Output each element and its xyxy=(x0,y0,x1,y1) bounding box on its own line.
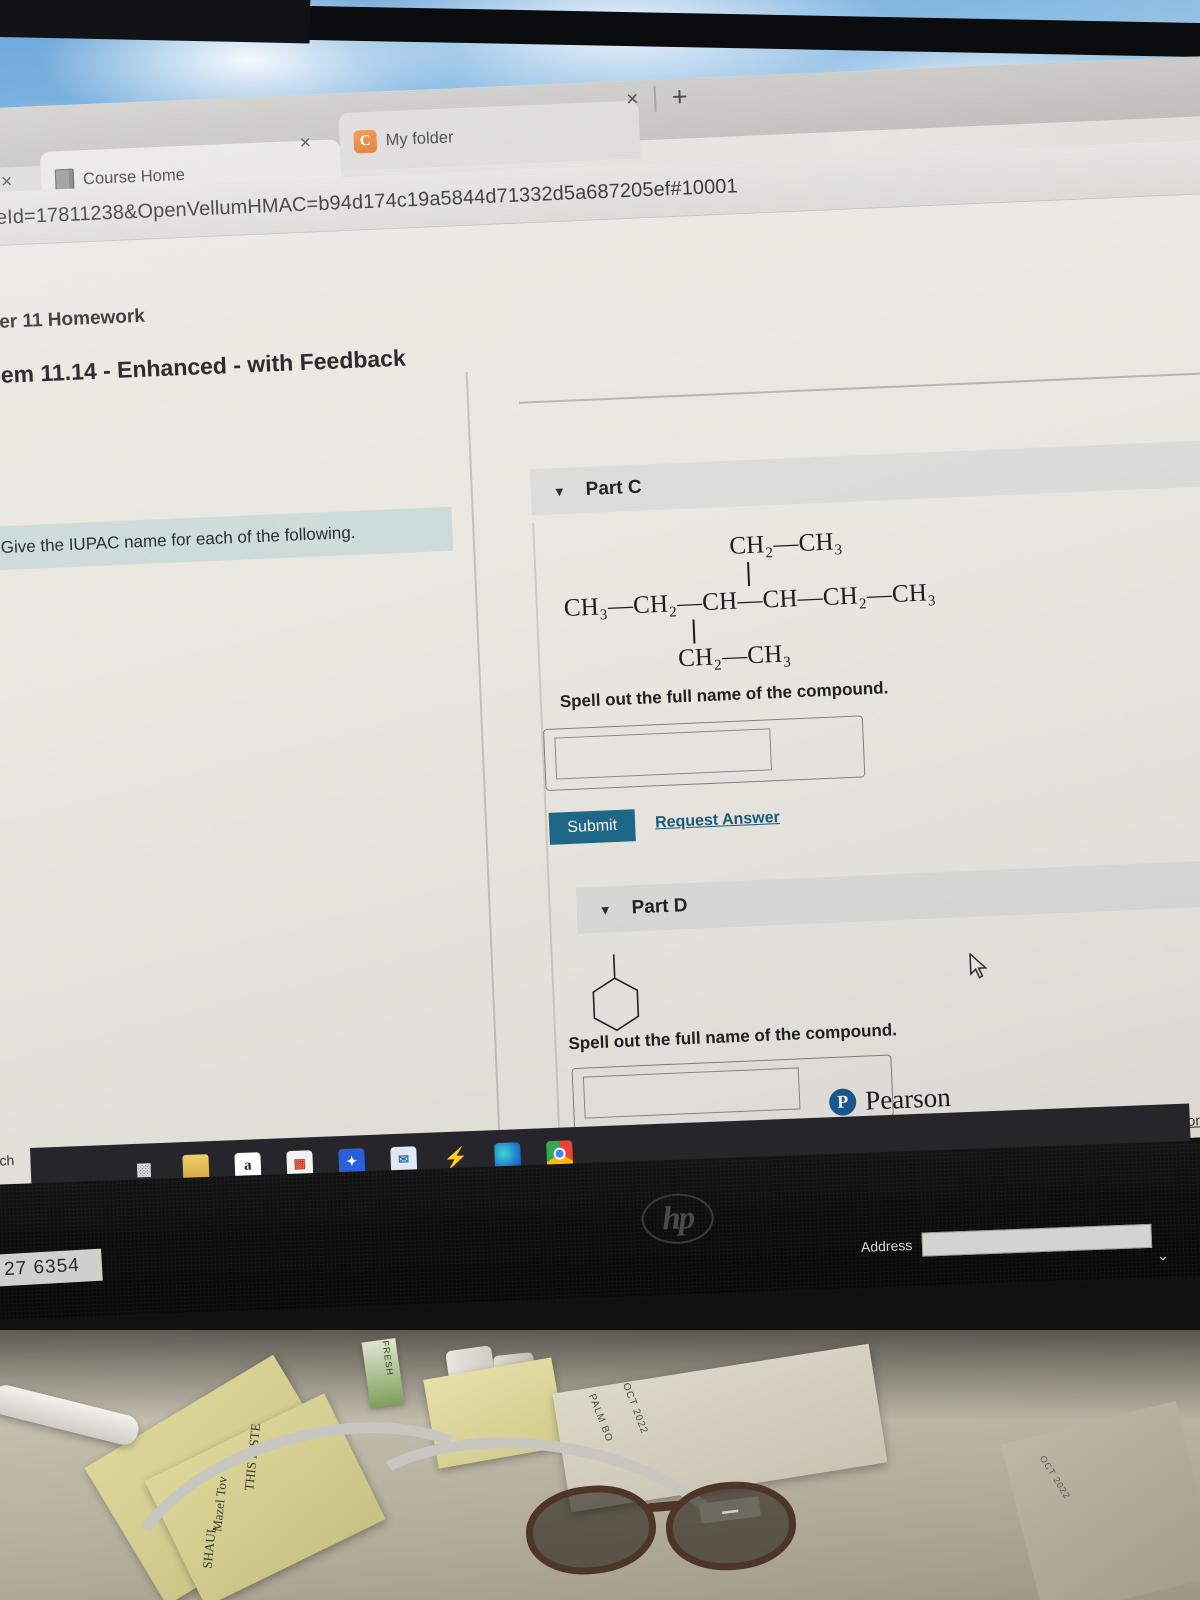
inner-column-divider xyxy=(532,523,562,1169)
pearson-mark: P xyxy=(828,1088,857,1117)
canvas-c-icon: C xyxy=(353,129,378,154)
part-c-chemical-structure: CH₂—CH₃ CH₃—CH₂—CH—CH—CH₂—CH₃ CH₂—CH₃ xyxy=(561,520,1026,675)
mouse-cursor xyxy=(968,952,991,981)
right-lens xyxy=(663,1477,799,1575)
monitor-top-left-bezel xyxy=(0,0,311,44)
address-label: Address xyxy=(860,1237,913,1255)
new-tab-icon[interactable]: + xyxy=(671,82,688,113)
paper-text-secondary: OCT 2022 xyxy=(620,1381,650,1436)
question-prompt: Give the IUPAC name for each of the foll… xyxy=(0,506,454,571)
request-answer-link[interactable]: Request Answer xyxy=(655,809,780,832)
bond-line-top xyxy=(747,562,750,587)
tab-label: My folder xyxy=(385,127,454,149)
answer-input[interactable] xyxy=(582,1067,801,1119)
right-paper-text: OCT 2022 xyxy=(1037,1453,1073,1501)
assignment-title: hapter 11 Homework xyxy=(0,305,146,335)
part-c-header[interactable]: ▼ Part C xyxy=(529,437,1200,516)
methylcyclohexane-icon xyxy=(581,953,640,1032)
page-content: hapter 11 Homework roblem 11.14 - Enhanc… xyxy=(0,191,1200,1190)
left-lens xyxy=(521,1479,661,1581)
chevron-down-icon[interactable]: ▼ xyxy=(598,902,612,918)
page-title: roblem 11.14 - Enhanced - with Feedback xyxy=(0,344,407,390)
chevron-down-icon[interactable]: ▼ xyxy=(553,483,567,499)
eyeglasses xyxy=(520,1477,850,1590)
part-c-label: Part C xyxy=(585,476,643,500)
question-prompt-text: Give the IUPAC name for each of the foll… xyxy=(0,522,356,558)
part-c-answer-field[interactable] xyxy=(543,715,866,791)
answer-input[interactable] xyxy=(554,728,772,780)
screenshot-root: × Course Home × C My folder × + ourseId=… xyxy=(0,0,1200,1600)
divider xyxy=(653,85,657,112)
structure-top-branch: CH₂—CH₃ xyxy=(728,528,844,560)
submit-button[interactable]: Submit xyxy=(548,809,636,845)
tab-my-folder[interactable]: × C My folder xyxy=(299,100,641,172)
window-controls[interactable]: × + xyxy=(626,82,689,113)
part-d-header[interactable]: ▼ Part D xyxy=(575,857,1200,934)
structure-main-chain: CH₃—CH₂—CH—CH—CH₂—CH₃ xyxy=(563,579,937,623)
address-input[interactable] xyxy=(921,1223,1153,1257)
structure-bottom-branch: CH₂—CH₃ xyxy=(677,640,792,673)
chevron-down-icon[interactable]: ⌄ xyxy=(1156,1246,1169,1264)
close-icon[interactable]: × xyxy=(626,87,639,112)
monitor-screen: × Course Home × C My folder × + ourseId=… xyxy=(0,54,1200,1190)
column-divider xyxy=(465,371,502,1172)
windows-search-label[interactable]: arch xyxy=(0,1152,15,1169)
part-c-question: Spell out the full name of the compound. xyxy=(559,678,889,712)
pearson-wordmark: Pearson xyxy=(864,1081,952,1116)
paper-text-primary: PALM BO xyxy=(586,1392,615,1444)
bond-line-bottom xyxy=(692,619,696,644)
tab-close-icon[interactable]: × xyxy=(299,132,311,154)
part-d-label: Part D xyxy=(631,895,688,919)
part-d-chemical-structure xyxy=(570,924,664,1032)
horizontal-rule xyxy=(518,370,1200,404)
